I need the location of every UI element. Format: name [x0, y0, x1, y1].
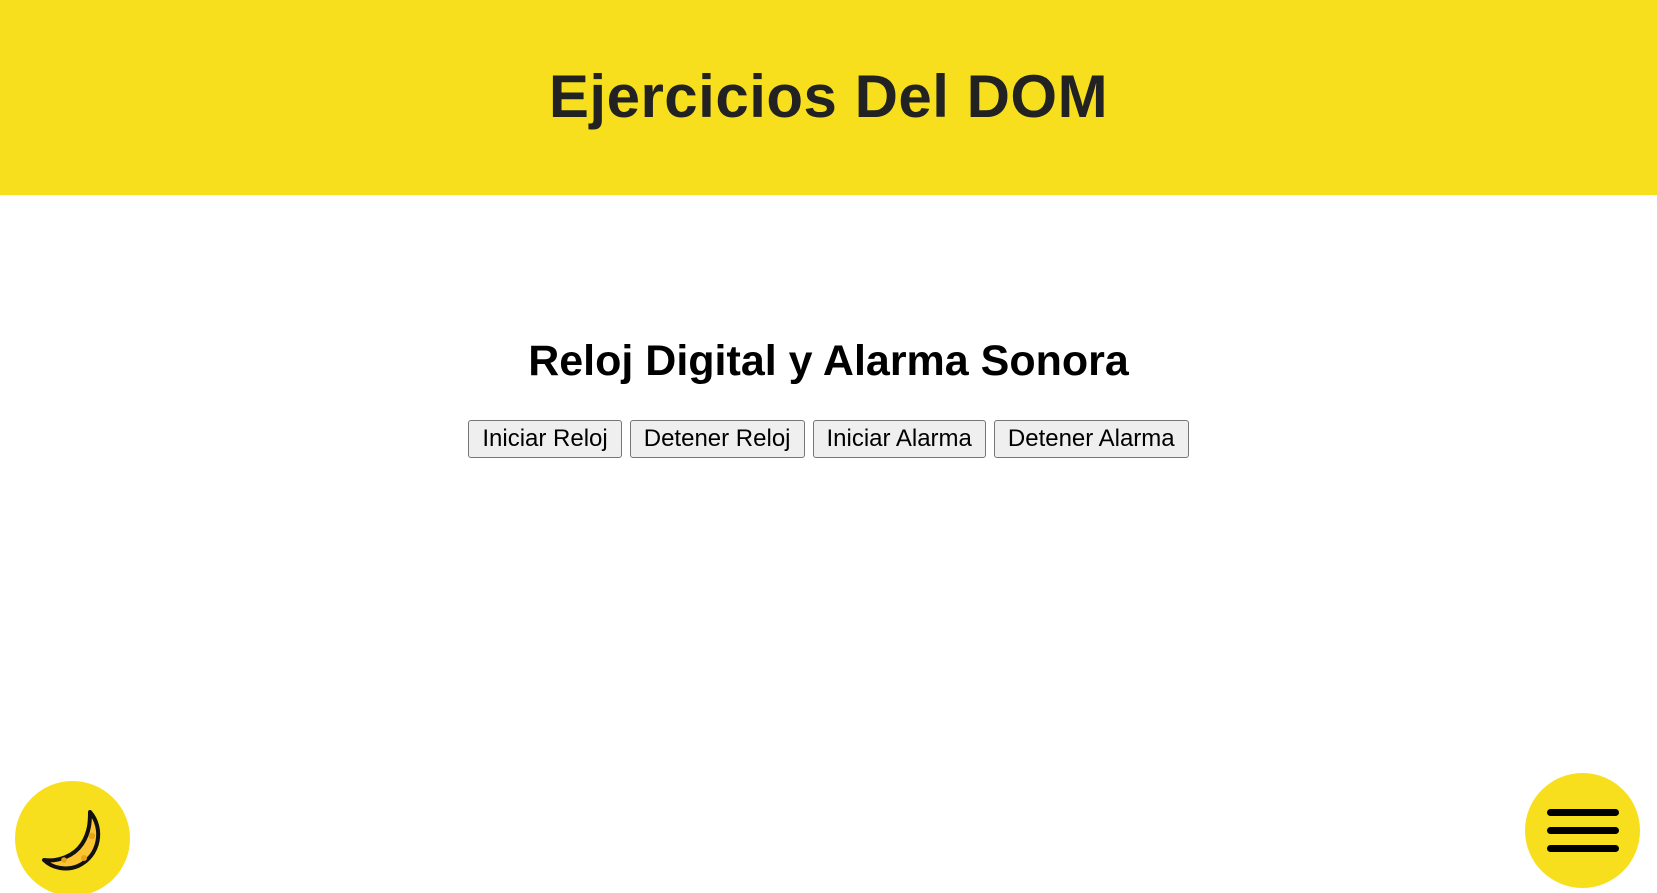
page-title: Ejercicios Del DOM [548, 63, 1109, 130]
start-alarm-button[interactable]: Iniciar Alarma [812, 420, 986, 458]
page-header: Ejercicios Del DOM [0, 0, 1657, 195]
button-group: Iniciar Reloj Detener Reloj Iniciar Alar… [0, 420, 1657, 458]
start-clock-button[interactable]: Iniciar Reloj [468, 420, 622, 458]
stop-clock-button[interactable]: Detener Reloj [629, 420, 805, 458]
clock-alarm-section: Reloj Digital y Alarma Sonora Iniciar Re… [0, 340, 1657, 458]
dark-mode-toggle-button[interactable] [15, 781, 130, 893]
hamburger-icon [1546, 808, 1619, 852]
moon-icon [41, 809, 100, 870]
section-title: Reloj Digital y Alarma Sonora [528, 337, 1129, 385]
menu-toggle-button[interactable] [1525, 773, 1640, 888]
page: Ejercicios Del DOM Reloj Digital y Alarm… [0, 0, 1657, 893]
stop-alarm-button[interactable]: Detener Alarma [993, 420, 1189, 458]
